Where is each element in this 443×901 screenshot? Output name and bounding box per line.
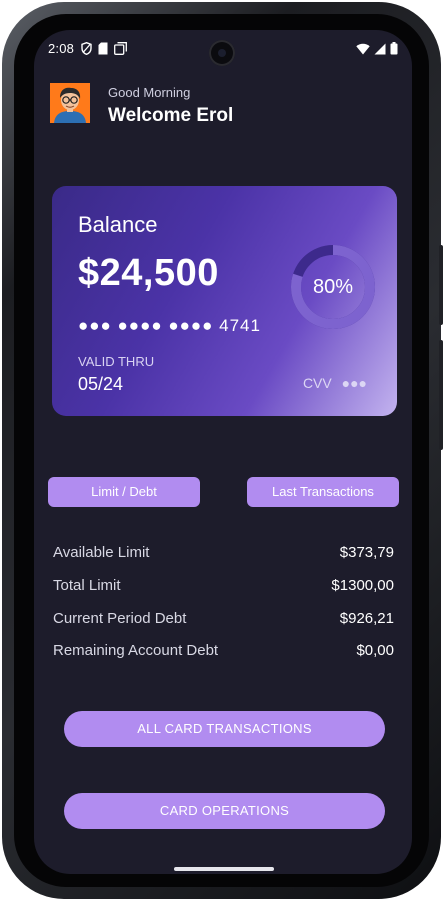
detail-label: Current Period Debt [53, 610, 187, 627]
cvv-masked: ●●● [341, 375, 367, 391]
cvv-label: CVV [302, 375, 332, 391]
user-avatar-icon [50, 83, 90, 123]
wifi-icon [356, 43, 370, 54]
masked-card-number: ●●● ●●●● ●●●● 4741 [78, 316, 261, 335]
status-time: 2:08 [48, 41, 75, 56]
detail-label: Available Limit [53, 544, 150, 561]
power-button [439, 245, 443, 325]
detail-row-remaining-account-debt: Remaining Account Debt $0,00 [53, 642, 394, 664]
detail-value: $1300,00 [331, 577, 394, 594]
all-card-transactions-button[interactable]: ALL CARD TRANSACTIONS [64, 711, 385, 747]
cellular-signal-icon [374, 43, 386, 54]
detail-value: $373,79 [339, 544, 394, 561]
greeting-text: Good Morning [108, 85, 191, 100]
tab-limit-debt[interactable]: Limit / Debt [48, 477, 200, 507]
front-camera [209, 40, 235, 66]
detail-row-current-period-debt: Current Period Debt $926,21 [53, 610, 394, 632]
avatar[interactable] [50, 83, 90, 123]
credit-card[interactable]: Balance $24,500 ●●● ●●●● ●●●● 4741 VALID… [52, 186, 397, 416]
balance-amount: $24,500 [78, 252, 219, 294]
detail-value: $0,00 [356, 642, 394, 659]
card-operations-button[interactable]: CARD OPERATIONS [64, 793, 385, 829]
valid-thru-value: 05/24 [78, 374, 124, 394]
detail-label: Remaining Account Debt [53, 642, 219, 659]
usage-percent-text: 80% [312, 276, 354, 298]
sd-card-icon [98, 42, 108, 55]
screenshot-icon [114, 42, 127, 55]
home-indicator[interactable] [174, 867, 274, 871]
volume-button [439, 340, 443, 450]
valid-thru-label: VALID THRU [78, 354, 155, 369]
detail-label: Total Limit [53, 577, 121, 594]
tab-last-transactions[interactable]: Last Transactions [247, 477, 399, 507]
app-screen: 2:08 Good Morning Welcome Erol Balance $… [34, 30, 412, 874]
detail-row-available-limit: Available Limit $373,79 [53, 544, 394, 566]
vpn-shield-icon [81, 42, 92, 55]
balance-label: Balance [78, 212, 158, 237]
battery-icon [390, 42, 398, 55]
detail-row-total-limit: Total Limit $1300,00 [53, 577, 394, 599]
cvv-field: CVV ●●● [303, 375, 367, 391]
detail-value: $926,21 [339, 610, 394, 627]
welcome-title: Welcome Erol [108, 105, 234, 126]
